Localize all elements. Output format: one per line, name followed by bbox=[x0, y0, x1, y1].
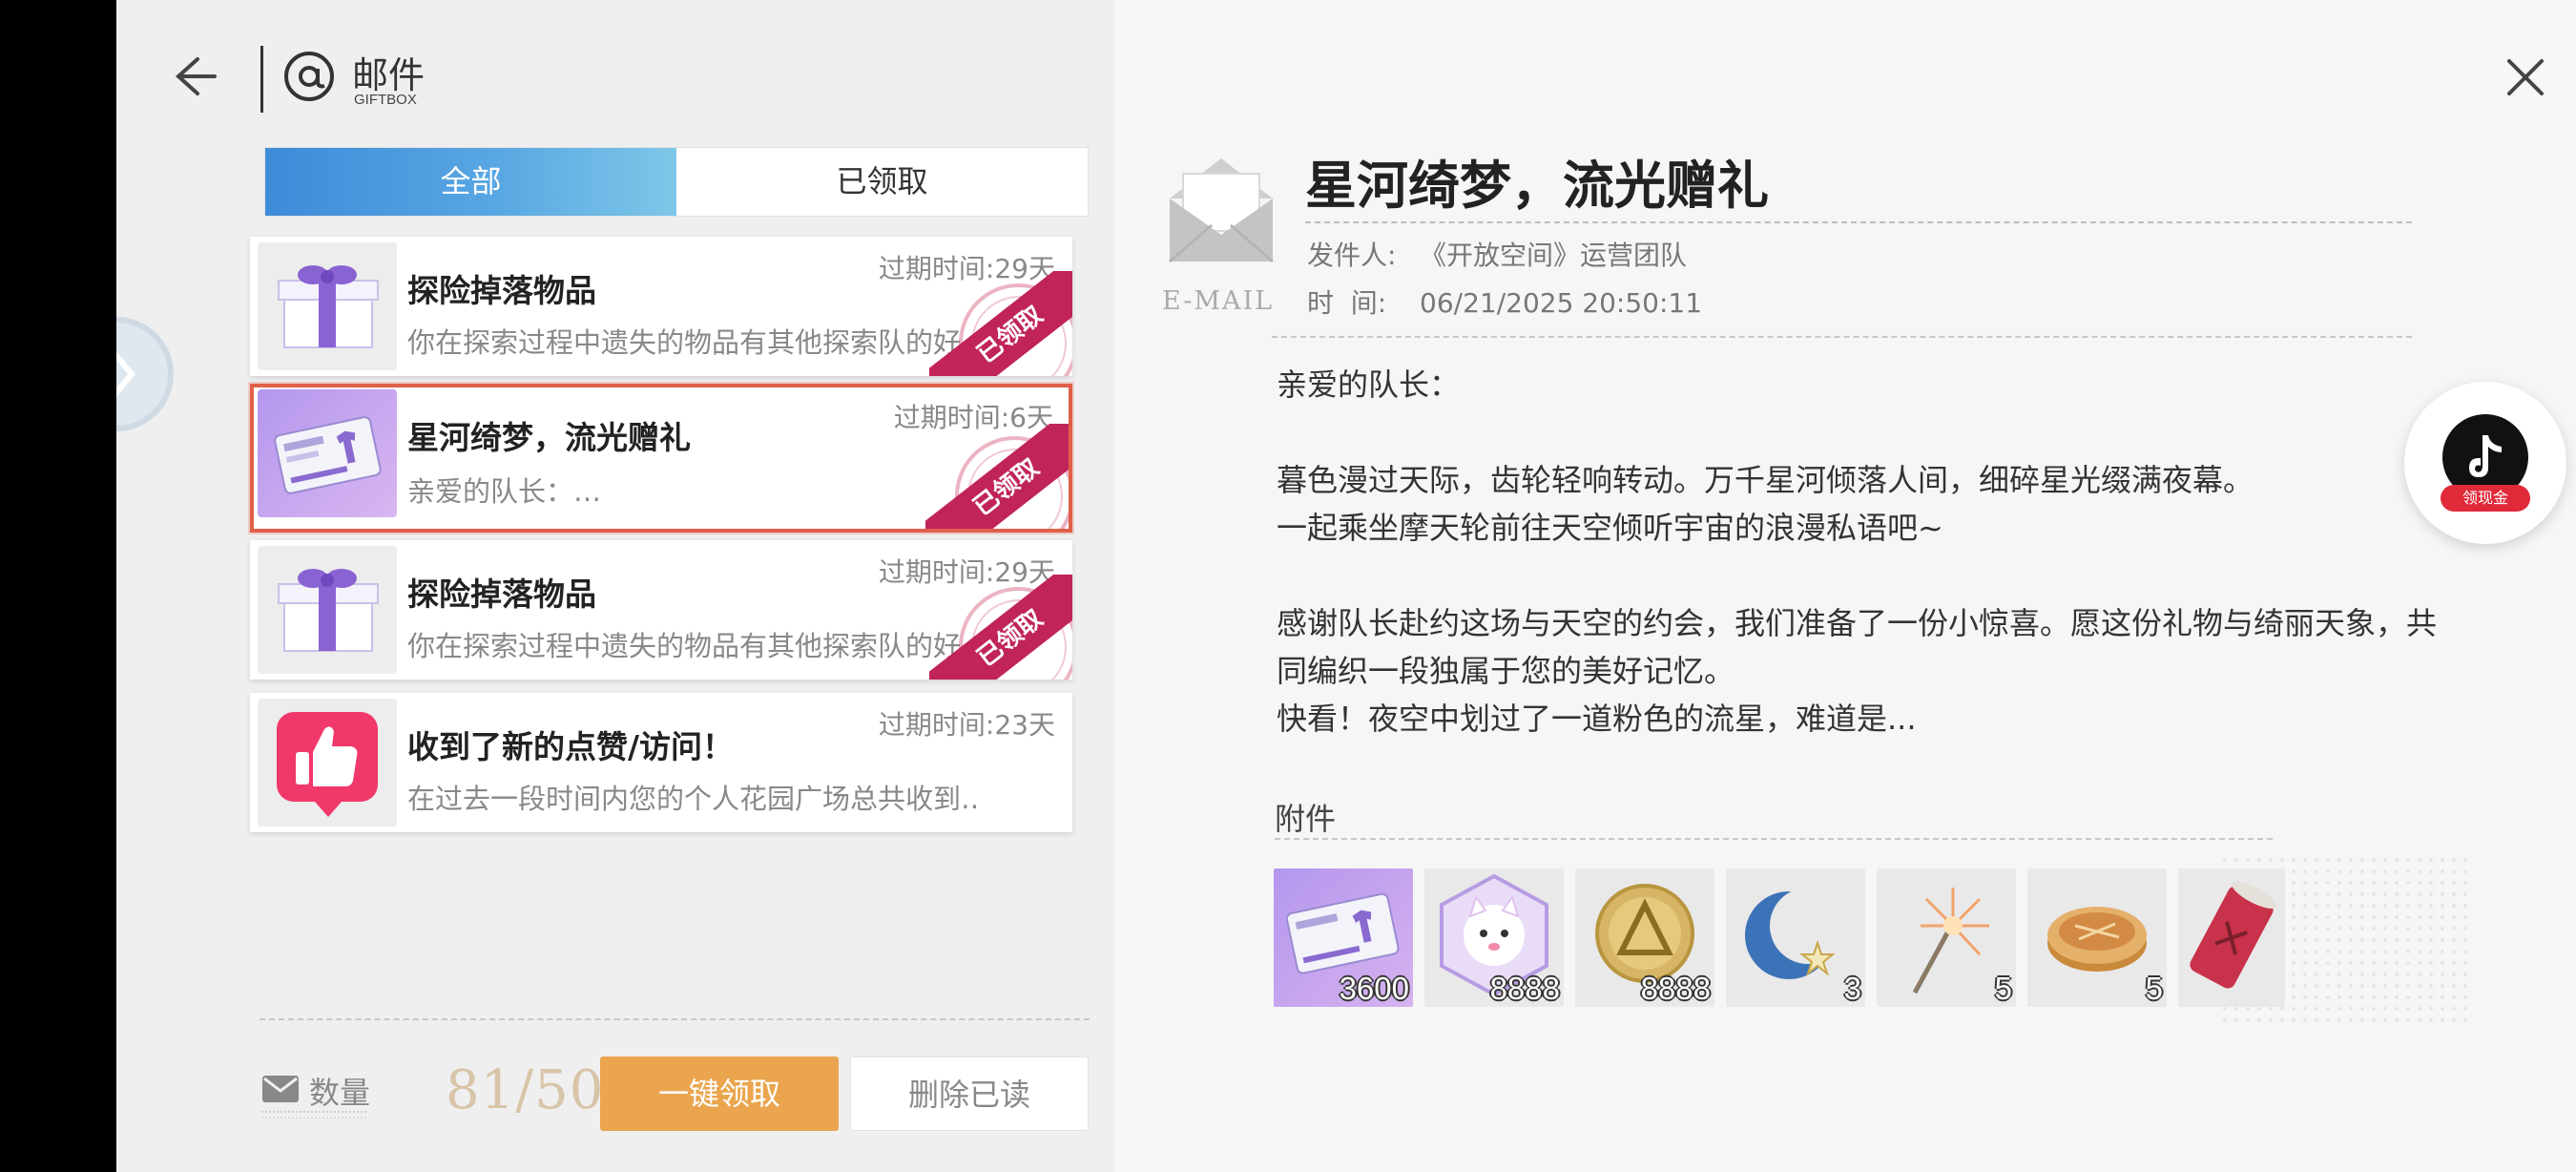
mail-item[interactable]: 探险掉落物品 你在探索过程中遗失的物品有其他探索队的好… 过期时间:29天 已领… bbox=[250, 237, 1072, 376]
attachment-qty: 5 bbox=[1994, 971, 2012, 1006]
mail-title: 探险掉落物品 bbox=[407, 576, 596, 613]
mail-count-label: 数量 bbox=[309, 1075, 371, 1111]
attachment-item[interactable] bbox=[2178, 869, 2285, 1007]
mail-tabs: 全部 已领取 bbox=[264, 147, 1089, 217]
mail-title: 探险掉落物品 bbox=[407, 272, 596, 309]
count-decoration bbox=[261, 1111, 366, 1119]
attachment-qty: 8888 bbox=[1640, 971, 1711, 1006]
delete-read-button[interactable]: 删除已读 bbox=[850, 1057, 1089, 1131]
at-sign-icon bbox=[282, 50, 336, 103]
claimed-stamp: 已领取 bbox=[929, 271, 1072, 376]
claimed-stamp: 已领取 bbox=[929, 575, 1072, 680]
mail-preview: 在过去一段时间内您的个人花园广场总共收到… bbox=[407, 783, 980, 815]
mail-title: 星河绮梦，流光赠礼 bbox=[407, 419, 691, 456]
tab-claimed[interactable]: 已领取 bbox=[676, 148, 1088, 216]
mail-preview: 你在探索过程中遗失的物品有其他探索队的好… bbox=[407, 326, 980, 359]
tiktok-cash-button[interactable]: 领现金 bbox=[2404, 382, 2566, 544]
title-divider bbox=[1305, 221, 2412, 223]
attachment-item[interactable]: 3 bbox=[1726, 869, 1865, 1007]
claim-all-button[interactable]: 一键领取 bbox=[600, 1057, 839, 1131]
detail-title: 星河绮梦，流光赠礼 bbox=[1305, 155, 1769, 216]
meta-divider bbox=[1272, 336, 2412, 338]
sender-row: 发件人: 《开放空间》运营团队 bbox=[1307, 235, 1687, 273]
email-caption: E-MAIL bbox=[1162, 286, 1275, 316]
mail-title: 收到了新的点赞/访问！ bbox=[407, 728, 735, 765]
body-line: 一起乘坐摩天轮前往天空倾听宇宙的浪漫私语吧~ bbox=[1277, 510, 1943, 546]
attachments-row: 3600 8888 8888 3 5 5 bbox=[1274, 869, 2514, 1012]
gift-box-icon bbox=[258, 242, 397, 370]
mail-preview: 你在探索过程中遗失的物品有其他探索队的好… bbox=[407, 630, 980, 662]
attachment-qty: 8888 bbox=[1489, 971, 1560, 1006]
attachment-item[interactable]: 5 bbox=[2027, 869, 2167, 1007]
mail-item[interactable]: 探险掉落物品 你在探索过程中遗失的物品有其他探索队的好… 过期时间:29天 已领… bbox=[250, 540, 1072, 680]
attachments-divider bbox=[1275, 838, 2273, 840]
attachment-item[interactable]: 8888 bbox=[1424, 869, 1564, 1007]
open-envelope-icon bbox=[1164, 151, 1278, 265]
page-subtitle: GIFTBOX bbox=[354, 92, 417, 108]
mail-preview: 亲爱的队长：… bbox=[407, 475, 602, 508]
time-row: 时 间: 06/21/2025 20:50:11 bbox=[1307, 283, 1702, 321]
body-line: 感谢队长赴约这场与天空的约会，我们准备了一份小惊喜。愿这份礼物与绮丽天象，共 bbox=[1277, 605, 2438, 641]
footer-divider bbox=[260, 1018, 1090, 1020]
attachment-item[interactable]: 5 bbox=[1877, 869, 2016, 1007]
attachments-label: 附件 bbox=[1275, 801, 1337, 837]
tiktok-cash-label: 领现金 bbox=[2441, 485, 2530, 512]
attachment-item[interactable]: 3600 bbox=[1274, 869, 1413, 1007]
back-arrow-icon[interactable] bbox=[169, 50, 222, 103]
mail-expire: 过期时间:23天 bbox=[878, 709, 1055, 741]
thumbs-up-icon bbox=[258, 699, 397, 827]
tab-all[interactable]: 全部 bbox=[265, 148, 676, 216]
fashion-voucher-icon bbox=[258, 389, 397, 517]
page-title: 邮件 bbox=[352, 54, 426, 96]
mail-item[interactable]: 收到了新的点赞/访问！ 在过去一段时间内您的个人花园广场总共收到… 过期时间:2… bbox=[250, 693, 1072, 832]
close-icon[interactable] bbox=[2502, 53, 2549, 101]
mail-count-value: 81/500 bbox=[446, 1059, 608, 1121]
claimed-stamp: 已领取 bbox=[925, 424, 1069, 529]
body-line bbox=[1277, 408, 2536, 456]
mail-window: 邮件 GIFTBOX 全部 已领取 探险掉落物品 你在探索过程中遗失的物品有其他… bbox=[116, 0, 2576, 1172]
sender-label: 发件人: bbox=[1307, 240, 1397, 271]
envelope-icon bbox=[261, 1075, 300, 1103]
mail-detail-panel: E-MAIL 星河绮梦，流光赠礼 发件人: 《开放空间》运营团队 时 间: 06/2… bbox=[1114, 0, 2576, 1172]
body-line: 亲爱的队长： bbox=[1277, 366, 1461, 403]
time-label: 时 间: bbox=[1307, 287, 1387, 319]
mail-body: 亲爱的队长： 暮色漫过天际，齿轮轻响转动。万千星河倾落人间，细碎星光缀满夜幕。 … bbox=[1277, 361, 2536, 743]
body-line: 同编织一段独属于您的美好记忆。 bbox=[1277, 653, 1735, 689]
body-line bbox=[1277, 552, 2536, 599]
body-line: 快看！夜空中划过了一道粉色的流星，难道是... bbox=[1277, 701, 1917, 737]
attachment-item[interactable]: 8888 bbox=[1575, 869, 1714, 1007]
attachment-qty: 3600 bbox=[1339, 971, 1409, 1006]
header-divider bbox=[260, 46, 263, 113]
attachment-qty: 5 bbox=[2145, 971, 2163, 1006]
side-drawer-handle[interactable] bbox=[116, 317, 174, 431]
body-line: 暮色漫过天际，齿轮轻响转动。万千星河倾落人间，细碎星光缀满夜幕。 bbox=[1277, 462, 2254, 498]
time-value: 06/21/2025 20:50:11 bbox=[1420, 287, 1703, 319]
gift-box-icon bbox=[258, 546, 397, 674]
firecracker-icon bbox=[2190, 881, 2276, 989]
attachment-qty: 3 bbox=[1843, 971, 1861, 1006]
sender-value: 《开放空间》运营团队 bbox=[1420, 240, 1688, 271]
mail-item-selected[interactable]: 星河绮梦，流光赠礼 亲爱的队长：… 过期时间:6天 已领取 bbox=[250, 384, 1072, 533]
mail-list-panel: 邮件 GIFTBOX 全部 已领取 探险掉落物品 你在探索过程中遗失的物品有其他… bbox=[116, 0, 1114, 1172]
